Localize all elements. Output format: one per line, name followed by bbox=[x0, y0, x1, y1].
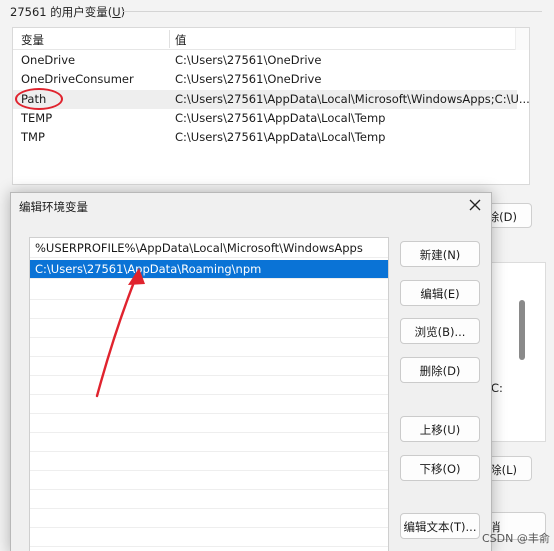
path-highlight-circle bbox=[15, 88, 63, 110]
list-item-empty[interactable] bbox=[30, 414, 388, 433]
browse-button[interactable]: 浏览(B)... bbox=[400, 318, 480, 344]
path-entries-list[interactable]: %USERPROFILE%\AppData\Local\Microsoft\Wi… bbox=[29, 237, 389, 551]
list-item-empty[interactable] bbox=[30, 338, 388, 357]
delete-button[interactable]: 删除(D) bbox=[400, 357, 480, 383]
list-item-empty[interactable] bbox=[30, 509, 388, 528]
list-item[interactable]: %USERPROFILE%\AppData\Local\Microsoft\Wi… bbox=[30, 239, 388, 258]
watermark-text: CSDN @丰俞 ~ bbox=[482, 532, 550, 551]
system-variable-value-fragment: C: bbox=[491, 381, 503, 395]
dialog-title: 编辑环境变量 bbox=[19, 200, 88, 214]
table-scrollbar-corner bbox=[515, 28, 529, 50]
list-item-empty[interactable] bbox=[30, 319, 388, 338]
list-item-empty[interactable] bbox=[30, 300, 388, 319]
list-item-empty[interactable] bbox=[30, 471, 388, 490]
edit-text-button[interactable]: 编辑文本(T)... bbox=[400, 513, 480, 539]
table-row-selected[interactable]: Path C:\Users\27561\AppData\Local\Micros… bbox=[13, 90, 529, 109]
list-item-empty[interactable] bbox=[30, 490, 388, 509]
edit-environment-variable-dialog: 编辑环境变量 %USERPROFILE%\AppData\Local\Micro… bbox=[10, 192, 492, 551]
table-row[interactable]: OneDrive C:\Users\27561\OneDrive bbox=[13, 51, 517, 70]
close-icon[interactable] bbox=[467, 197, 483, 213]
user-variables-table[interactable]: 变量 值 OneDrive C:\Users\27561\OneDrive On… bbox=[12, 27, 530, 185]
group-divider bbox=[122, 11, 542, 12]
table-row[interactable]: TEMP C:\Users\27561\AppData\Local\Temp bbox=[13, 109, 517, 128]
move-up-button[interactable]: 上移(U) bbox=[400, 416, 480, 442]
edit-button[interactable]: 编辑(E) bbox=[400, 280, 480, 306]
list-item-empty[interactable] bbox=[30, 395, 388, 414]
table-header: 变量 值 bbox=[13, 28, 529, 50]
list-item-selected[interactable]: C:\Users\27561\AppData\Roaming\npm bbox=[30, 260, 388, 279]
list-item-empty[interactable] bbox=[30, 452, 388, 471]
list-item-empty[interactable] bbox=[30, 528, 388, 547]
list-item-empty[interactable] bbox=[30, 357, 388, 376]
list-item-empty[interactable] bbox=[30, 281, 388, 300]
new-button[interactable]: 新建(N) bbox=[400, 241, 480, 267]
user-variables-group-title: 27561 的用户变量(U) bbox=[10, 5, 126, 19]
move-down-button[interactable]: 下移(O) bbox=[400, 455, 480, 481]
column-divider[interactable] bbox=[169, 30, 170, 48]
column-header-variable[interactable]: 变量 bbox=[21, 32, 44, 48]
table-row[interactable]: TMP C:\Users\27561\AppData\Local\Temp bbox=[13, 128, 517, 147]
column-header-value[interactable]: 值 bbox=[175, 32, 187, 48]
table-row[interactable]: OneDriveConsumer C:\Users\27561\OneDrive bbox=[13, 70, 517, 89]
list-item-empty[interactable] bbox=[30, 433, 388, 452]
list-item-empty[interactable] bbox=[30, 376, 388, 395]
system-variables-scrollbar[interactable] bbox=[519, 300, 525, 360]
